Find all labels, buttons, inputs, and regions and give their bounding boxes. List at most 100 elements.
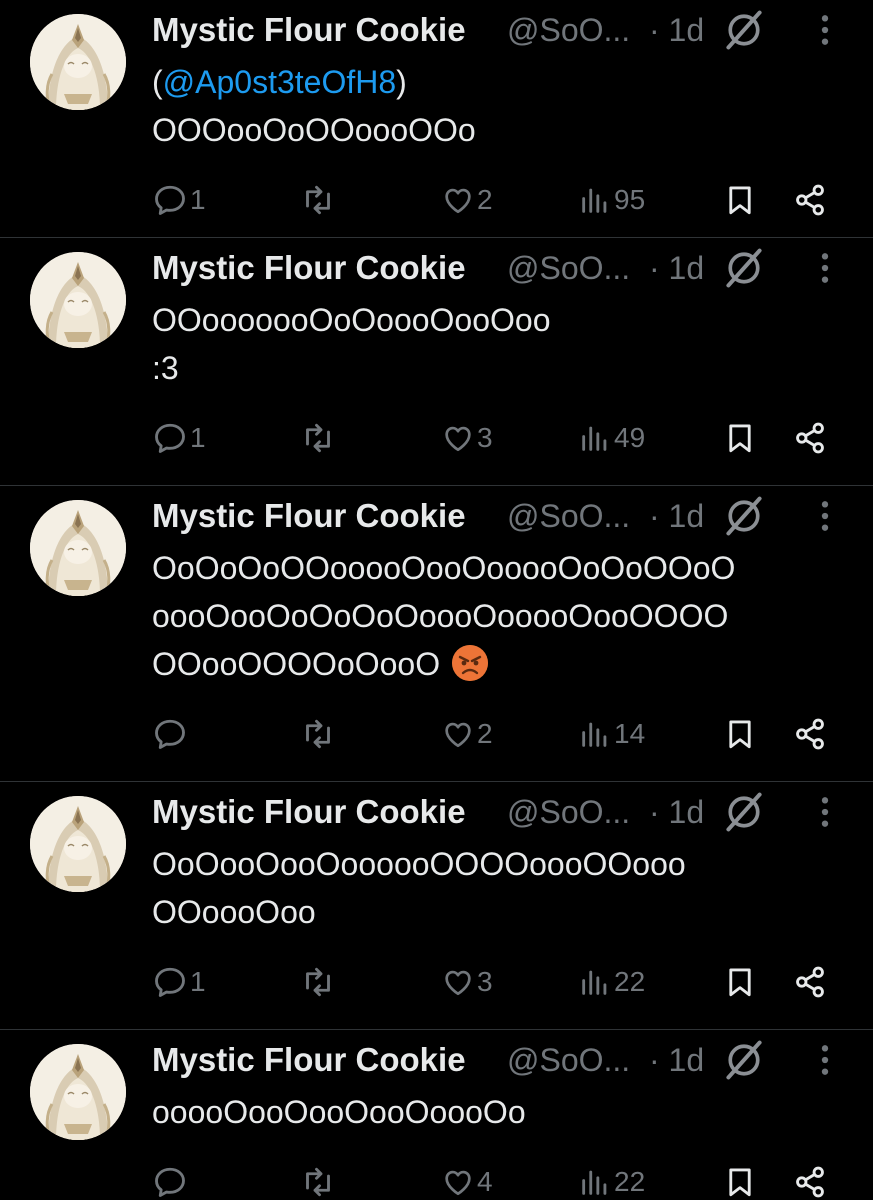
author-handle[interactable]: @SoO... <box>507 496 630 536</box>
views-button[interactable]: 14 <box>578 714 645 754</box>
grok-icon[interactable] <box>722 1038 766 1082</box>
author-handle[interactable]: @SoO... <box>507 10 630 50</box>
tweet-text: ooooOooOooOooOoooOo <box>152 1094 526 1130</box>
author-name[interactable]: Mystic Flour Cookie <box>152 10 466 50</box>
retweet-icon <box>300 964 336 1000</box>
bookmark-icon <box>723 716 757 752</box>
like-button[interactable]: 3 <box>441 418 493 458</box>
retweet-button[interactable] <box>300 418 338 458</box>
share-button[interactable] <box>792 180 828 220</box>
replies-count: 1 <box>190 422 206 453</box>
avatar[interactable] <box>30 500 126 596</box>
reply-icon <box>152 420 188 456</box>
author-name[interactable]: Mystic Flour Cookie <box>152 248 466 288</box>
grok-icon[interactable] <box>722 8 766 52</box>
timestamp[interactable]: · 1d <box>649 1040 704 1080</box>
views-button[interactable]: 49 <box>578 418 645 458</box>
share-button[interactable] <box>792 418 828 458</box>
like-button[interactable]: 4 <box>441 1162 493 1200</box>
reply-button[interactable]: 1 <box>152 962 206 1002</box>
share-icon <box>792 964 828 1000</box>
replies-count: 1 <box>190 184 206 215</box>
retweet-button[interactable] <box>300 180 338 220</box>
tweet-text: :3 <box>152 350 179 386</box>
views-button[interactable]: 22 <box>578 962 645 1002</box>
like-button[interactable]: 2 <box>441 714 493 754</box>
share-icon <box>792 1164 828 1200</box>
retweet-button[interactable] <box>300 714 338 754</box>
bookmark-button[interactable] <box>723 962 757 1002</box>
replies-count: 1 <box>190 966 206 997</box>
bookmark-button[interactable] <box>723 714 757 754</box>
tweet-text-line: OOooOOOOoOooO <box>152 640 490 688</box>
views-count: 22 <box>614 966 646 997</box>
tweet-text: OoOoOoOOooooOooOooooOoOoOOoO <box>152 550 736 586</box>
avatar[interactable] <box>30 14 126 110</box>
angry-face-emoji <box>450 643 490 683</box>
views-icon <box>578 183 612 217</box>
retweet-icon <box>300 716 336 752</box>
share-button[interactable] <box>792 714 828 754</box>
bookmark-icon <box>723 964 757 1000</box>
reply-button[interactable]: 1 <box>152 180 206 220</box>
avatar[interactable] <box>30 252 126 348</box>
share-button[interactable] <box>792 962 828 1002</box>
tweet-text-line: OOoooOoo <box>152 888 316 936</box>
author-handle[interactable]: @SoO... <box>507 248 630 288</box>
tweet[interactable]: Mystic Flour Cookie @SoO... · 1d OOooooooOo… <box>0 238 873 486</box>
grok-icon[interactable] <box>722 246 766 290</box>
tweet[interactable]: Mystic Flour Cookie @SoO... · 1d ooooOooOoo… <box>0 1030 873 1200</box>
share-icon <box>792 182 828 218</box>
mention-prefix: ( <box>152 64 163 100</box>
author-name[interactable]: Mystic Flour Cookie <box>152 792 466 832</box>
author-name[interactable]: Mystic Flour Cookie <box>152 496 466 536</box>
tweet[interactable]: Mystic Flour Cookie @SoO... · 1d OoOoOoOOoo… <box>0 486 873 782</box>
views-icon <box>578 1165 612 1199</box>
author-name[interactable]: Mystic Flour Cookie <box>152 1040 466 1080</box>
tweet-text: oooOooOoOoOoOoooOooooOooOOOO <box>152 598 729 634</box>
grok-icon[interactable] <box>722 790 766 834</box>
like-button[interactable]: 2 <box>441 180 493 220</box>
timestamp[interactable]: · 1d <box>649 10 704 50</box>
bookmark-icon <box>723 420 757 456</box>
heart-icon <box>441 183 475 217</box>
reply-button[interactable] <box>152 1162 190 1200</box>
reply-button[interactable] <box>152 714 190 754</box>
grok-icon[interactable] <box>722 494 766 538</box>
more-icon[interactable] <box>811 1040 839 1080</box>
author-handle[interactable]: @SoO... <box>507 1040 630 1080</box>
more-icon[interactable] <box>811 248 839 288</box>
timestamp[interactable]: · 1d <box>649 792 704 832</box>
more-icon[interactable] <box>811 496 839 536</box>
views-count: 22 <box>614 1166 646 1197</box>
more-icon[interactable] <box>811 792 839 832</box>
mention-link[interactable]: @Ap0st3teOfH8 <box>163 64 396 100</box>
tweet[interactable]: Mystic Flour Cookie @SoO... · 1d (@Ap0st3te… <box>0 0 873 238</box>
share-button[interactable] <box>792 1162 828 1200</box>
likes-count: 3 <box>477 966 493 997</box>
retweet-button[interactable] <box>300 1162 338 1200</box>
views-button[interactable]: 22 <box>578 1162 645 1200</box>
tweet-text: OOoooOoo <box>152 894 316 930</box>
reply-button[interactable]: 1 <box>152 418 206 458</box>
tweet-text-line: OoOooOooOoooooOOOOoooOOooo <box>152 840 686 888</box>
timestamp[interactable]: · 1d <box>649 248 704 288</box>
avatar[interactable] <box>30 796 126 892</box>
tweet-text-line: OOooooooOoOoooOooOoo <box>152 296 551 344</box>
timestamp[interactable]: · 1d <box>649 496 704 536</box>
more-icon[interactable] <box>811 10 839 50</box>
views-count: 49 <box>614 422 646 453</box>
tweet-text-line: (@Ap0st3teOfH8) <box>152 58 407 106</box>
views-button[interactable]: 95 <box>578 180 645 220</box>
bookmark-button[interactable] <box>723 1162 757 1200</box>
like-button[interactable]: 3 <box>441 962 493 1002</box>
tweet[interactable]: Mystic Flour Cookie @SoO... · 1d OoOooOooOo… <box>0 782 873 1030</box>
share-icon <box>792 716 828 752</box>
timeline-feed: Mystic Flour Cookie @SoO... · 1d (@Ap0st3te… <box>0 0 873 1200</box>
bookmark-button[interactable] <box>723 180 757 220</box>
avatar[interactable] <box>30 1044 126 1140</box>
tweet-text-line: ooooOooOooOooOoooOo <box>152 1088 526 1136</box>
bookmark-button[interactable] <box>723 418 757 458</box>
author-handle[interactable]: @SoO... <box>507 792 630 832</box>
retweet-button[interactable] <box>300 962 338 1002</box>
